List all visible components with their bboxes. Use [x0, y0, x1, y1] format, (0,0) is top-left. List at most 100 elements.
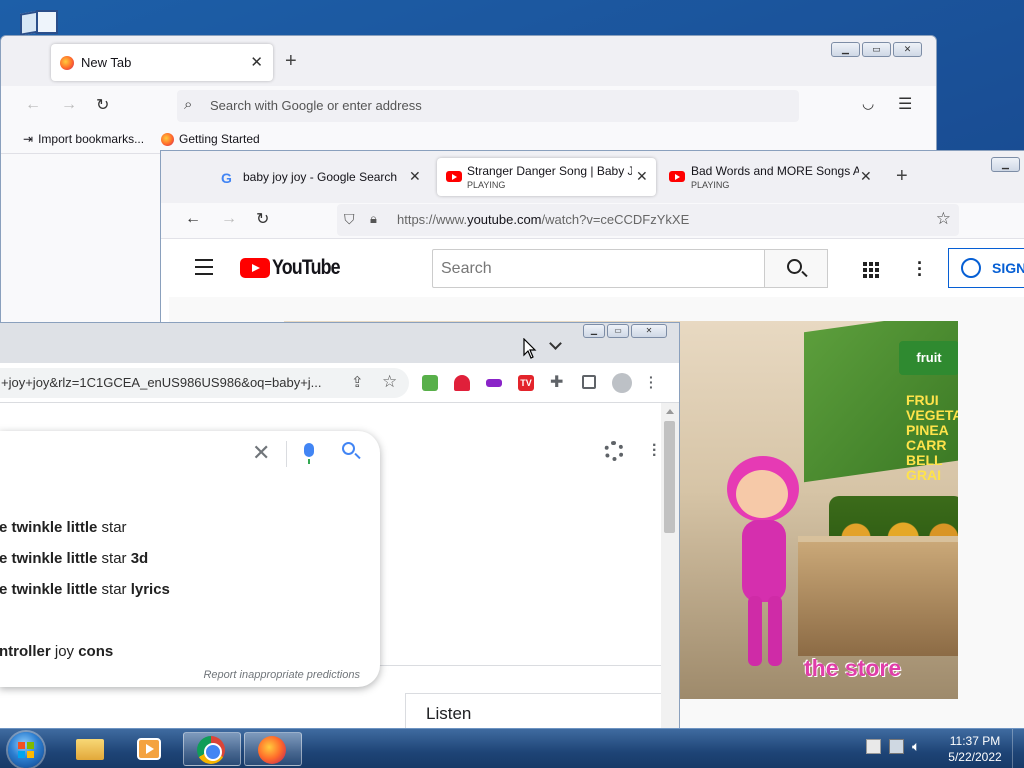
address-bar[interactable]: ⌕ Search with Google or enter address [177, 90, 799, 122]
new-tab-button[interactable]: + [896, 165, 908, 188]
divider [286, 441, 287, 467]
firefox-icon [258, 736, 286, 764]
clear-search-icon[interactable]: ✕ [252, 440, 270, 466]
hamburger-menu-icon[interactable] [195, 259, 213, 280]
vertical-scrollbar[interactable] [661, 403, 679, 743]
share-icon[interactable]: ⇪ [351, 373, 364, 391]
taskbar-firefox[interactable] [244, 732, 302, 766]
show-desktop-button[interactable] [1012, 729, 1024, 768]
forward-icon[interactable]: → [221, 210, 237, 228]
lock-icon[interactable]: 🔒︎ [370, 211, 377, 227]
tab-stranger-danger[interactable]: Stranger Danger Song | Baby Jo PLAYING ✕ [437, 158, 656, 196]
taskbar-chrome[interactable] [183, 732, 241, 766]
more-options-icon[interactable]: · · · [917, 254, 923, 284]
tab-title: Stranger Danger Song | Baby Jo [467, 164, 632, 178]
suggestion-tail: cons [78, 643, 114, 660]
suggestion-item[interactable]: e twinkle little star [0, 519, 127, 536]
tab-new-tab[interactable]: New Tab ✕ [51, 44, 273, 81]
extension-ghost-icon[interactable] [454, 375, 470, 391]
tab-close-icon[interactable]: ✕ [250, 53, 263, 71]
youtube-logo-icon[interactable] [240, 258, 270, 278]
youtube-logo-text[interactable]: YouTube [272, 256, 341, 280]
scrollbar-thumb[interactable] [664, 421, 675, 533]
taskbar-explorer[interactable] [60, 732, 118, 766]
apps-grid-icon[interactable] [863, 262, 879, 278]
search-icon[interactable] [342, 442, 355, 455]
search-icon [787, 259, 802, 274]
tab-close-icon[interactable]: ✕ [860, 168, 872, 185]
extension-tv-icon[interactable]: TV [518, 375, 534, 391]
tab-title: Bad Words and MORE Songs Al [691, 164, 859, 178]
search-icon: ⌕ [184, 96, 193, 113]
taskbar: 🔈︎ 11:37 PM 5/22/2022 [0, 728, 1024, 768]
address-placeholder: Search with Google or enter address [210, 98, 422, 113]
scroll-up-arrow-icon[interactable] [666, 409, 674, 414]
menu-icon[interactable]: ☰ [898, 94, 912, 114]
shield-icon[interactable]: ⛉ [344, 211, 355, 228]
extension-tetris-icon[interactable] [486, 379, 502, 387]
microphone-icon[interactable] [304, 443, 314, 464]
omnibox[interactable]: +joy+joy&rlz=1C1GCEA_enUS986US986&oq=bab… [0, 368, 409, 398]
youtube-search-button[interactable] [764, 249, 828, 288]
maximize-button[interactable]: ▭ [862, 42, 891, 57]
settings-gear-icon[interactable] [604, 441, 624, 461]
suggestion-item[interactable]: ntroller joy cons [0, 643, 113, 660]
taskbar-media-player[interactable] [121, 732, 179, 766]
pocket-icon[interactable]: ◡ [862, 95, 874, 112]
suggestion-item[interactable]: e twinkle little star 3d [0, 550, 148, 567]
windows-logo-icon [18, 742, 34, 758]
tab-google-search[interactable]: G baby joy joy - Google Search ✕ [221, 158, 421, 196]
google-results-page: ✕ e twinkle little star e twinkle little… [0, 403, 661, 743]
reload-icon[interactable]: ↻ [96, 95, 109, 115]
window-controls: ▁ ▭ ✕ [831, 42, 922, 57]
volume-icon[interactable]: 🔈︎ [912, 739, 927, 754]
getting-started-link[interactable]: Getting Started [161, 132, 260, 146]
forward-icon[interactable]: → [61, 96, 77, 114]
extension-frog-icon[interactable] [422, 375, 438, 391]
more-options-icon[interactable]: · · · [652, 438, 657, 464]
suggestion-item[interactable]: e twinkle little star lyrics [0, 581, 170, 598]
chrome-icon [197, 736, 225, 764]
minimize-button[interactable]: ▁ [583, 324, 605, 338]
action-center-flag-icon[interactable] [866, 739, 881, 754]
side-panel-icon[interactable] [582, 375, 596, 389]
address-bar[interactable]: ⛉ 🔒︎ https://www.youtube.com/watch?v=ceC… [337, 204, 959, 236]
bookmark-star-icon[interactable]: ☆ [936, 209, 951, 229]
suggestion-rest: star [97, 519, 127, 536]
clock[interactable]: 11:37 PM 5/22/2022 [940, 733, 1010, 765]
report-predictions-link[interactable]: Report inappropriate predictions [203, 669, 360, 681]
minimize-button[interactable]: ▁ [991, 157, 1020, 172]
close-button[interactable]: ✕ [631, 324, 667, 338]
minimize-button[interactable]: ▁ [831, 42, 860, 57]
reload-icon[interactable]: ↻ [256, 209, 269, 229]
chrome-menu-icon[interactable]: · · · [649, 370, 665, 394]
back-icon[interactable]: ← [185, 210, 201, 228]
tab-strip: G baby joy joy - Google Search ✕ Strange… [161, 151, 1024, 203]
network-icon[interactable] [889, 739, 904, 754]
close-button[interactable]: ✕ [893, 42, 922, 57]
sign-in-button[interactable]: SIGN [948, 248, 1024, 288]
tab-close-icon[interactable]: ✕ [636, 168, 648, 185]
tab-close-icon[interactable]: ✕ [409, 168, 421, 185]
tab-bad-words[interactable]: Bad Words and MORE Songs Al PLAYING ✕ [669, 158, 875, 196]
video-crate [798, 536, 958, 656]
suggestion-rest: star [97, 550, 131, 567]
search-placeholder: Search [441, 260, 492, 277]
profile-avatar-icon[interactable] [612, 373, 632, 393]
tab-search-chevron-icon[interactable] [549, 337, 562, 350]
back-icon[interactable]: ← [25, 96, 41, 114]
tab-title: baby joy joy - Google Search [243, 170, 398, 184]
desktop-computer-icon[interactable] [14, 8, 62, 38]
youtube-search-input[interactable]: Search [432, 249, 765, 288]
new-tab-button[interactable]: + [285, 50, 297, 73]
mouse-cursor-icon [523, 337, 537, 360]
bookmark-star-icon[interactable]: ☆ [382, 372, 397, 392]
listen-label[interactable]: Listen [426, 704, 471, 724]
video-caption: the store [804, 655, 902, 681]
extensions-puzzle-icon[interactable]: ✚ [550, 375, 566, 391]
tab-strip: New Tab ✕ + ▁ ▭ ✕ [1, 36, 936, 86]
shelf-line: GRAI [906, 467, 941, 483]
maximize-button[interactable]: ▭ [607, 324, 629, 338]
start-button[interactable] [8, 732, 44, 768]
import-bookmarks-link[interactable]: ⇥ Import bookmarks... [23, 132, 144, 146]
